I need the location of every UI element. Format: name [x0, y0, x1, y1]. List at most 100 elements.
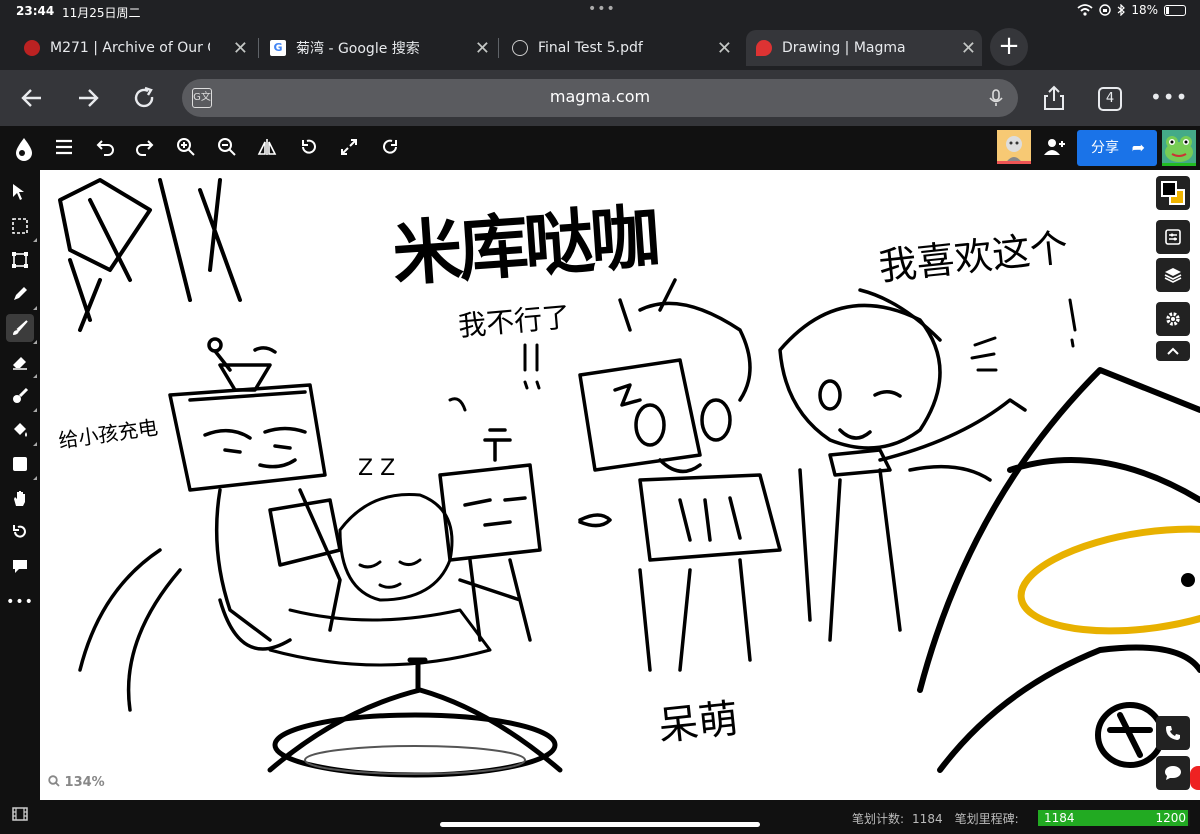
tab-ao3[interactable]: M271 | Archive of Our Own ✕ — [14, 30, 254, 66]
tab-title: 菊湾 - Google 搜索 — [296, 41, 420, 57]
tab-title: Final Test 5.pdf — [538, 40, 643, 56]
halo-shape — [1017, 525, 1200, 635]
chat-bubble-icon — [1165, 766, 1181, 780]
gear-icon — [1166, 312, 1180, 326]
canvas-zz: Z Z — [358, 456, 396, 481]
add-user-icon[interactable] — [1040, 134, 1068, 162]
zoom-in-icon[interactable] — [172, 134, 200, 162]
arrow-right-icon — [79, 89, 99, 107]
smudge-tool[interactable] — [6, 382, 37, 412]
square-icon — [13, 457, 27, 471]
shape-tool[interactable] — [6, 450, 37, 480]
share-button-label: 分享 — [1091, 140, 1119, 156]
eraser-icon — [13, 357, 27, 370]
address-bar[interactable]: G文 magma.com — [182, 79, 1018, 117]
tab-strip: M271 | Archive of Our Own ✕ G 菊湾 - Googl… — [0, 24, 1200, 70]
comment-tool[interactable] — [6, 552, 34, 580]
share-arrow-icon: ➦ — [1131, 138, 1145, 157]
stroke-milestone-label: 笔划里程碑: — [954, 812, 1019, 826]
tab-google[interactable]: G 菊湾 - Google 搜索 ✕ — [260, 30, 496, 66]
milestone-current: 1184 — [1044, 811, 1075, 825]
close-icon[interactable]: ✕ — [475, 38, 490, 59]
google-icon: G — [270, 40, 286, 56]
rotate-right-icon[interactable] — [376, 134, 404, 162]
primary-color-swatch[interactable] — [1161, 181, 1177, 197]
redo-icon[interactable] — [131, 134, 159, 162]
magma-toolbar: 分享 ➦ — [0, 126, 1200, 170]
film-strip-icon[interactable] — [12, 806, 28, 822]
share-icon — [1044, 85, 1064, 110]
browser-toolbar: G文 magma.com 4 ••• — [0, 70, 1200, 126]
more-tools-icon[interactable]: ••• — [6, 588, 34, 616]
close-icon[interactable]: ✕ — [233, 38, 248, 59]
magnifier-icon — [48, 775, 60, 787]
milestone-progress-bar: 1184 1200 — [1038, 810, 1190, 826]
home-indicator[interactable] — [440, 822, 760, 827]
user-avatar[interactable] — [1162, 130, 1196, 166]
fullscreen-icon[interactable] — [335, 134, 363, 162]
more-menu-icon[interactable]: ••• — [1150, 80, 1187, 116]
layers-icon — [1164, 268, 1182, 283]
share-button[interactable]: 分享 ➦ — [1077, 130, 1157, 166]
multitask-dots-icon[interactable]: ••• — [588, 1, 616, 17]
battery-percent: 18% — [1131, 3, 1158, 17]
move-tool[interactable] — [6, 178, 34, 206]
screen: { "status_bar": { "time": "23:44", "date… — [0, 0, 1200, 834]
flip-icon[interactable] — [253, 134, 281, 162]
undo-icon[interactable] — [91, 134, 119, 162]
hand-icon — [14, 491, 25, 506]
tab-magma[interactable]: Drawing | Magma ✕ — [746, 30, 982, 66]
paint-bucket-icon — [14, 423, 27, 437]
share-page-button[interactable] — [1036, 80, 1072, 116]
collapse-panel-button[interactable] — [1156, 341, 1190, 361]
url-text: magma.com — [549, 87, 651, 106]
hamburger-menu-icon[interactable] — [50, 134, 78, 162]
magma-logo-icon[interactable] — [10, 134, 38, 162]
notification-dot — [1190, 766, 1200, 790]
collaborator-avatar[interactable] — [997, 130, 1031, 164]
chat-button[interactable] — [1156, 756, 1190, 790]
rotate-view-tool[interactable] — [6, 518, 34, 546]
settings-button[interactable] — [1156, 302, 1190, 336]
transform-tool[interactable] — [6, 246, 34, 274]
status-bar: 23:44 11月25日周二 ••• 18% — [0, 0, 1200, 24]
tab-pdf[interactable]: Final Test 5.pdf ✕ — [502, 30, 738, 66]
hand-tool[interactable] — [6, 484, 34, 512]
sliders-icon — [1165, 229, 1181, 245]
zoom-out-icon[interactable] — [213, 134, 241, 162]
pen-icon — [14, 287, 27, 300]
drawing-canvas[interactable]: 米库哒咖 我不行了 我喜欢这个 给小孩充电 呆萌 Z Z — [40, 170, 1200, 800]
zoom-value: 134% — [64, 775, 105, 790]
reload-button[interactable] — [126, 80, 162, 116]
phone-icon — [1166, 726, 1180, 740]
stroke-stats: 笔划计数: 1184 笔划里程碑: — [852, 810, 1019, 827]
forward-button[interactable] — [70, 80, 106, 116]
status-footer: 笔划计数: 1184 笔划里程碑: 1184 1200 — [0, 800, 1200, 834]
tool-sidebar: ••• — [0, 170, 40, 800]
reload-icon — [134, 86, 154, 108]
canvas-bottom-note: 呆萌 — [656, 695, 741, 751]
stroke-count-label: 笔划计数: — [852, 812, 905, 826]
brush-tool[interactable] — [6, 314, 37, 344]
zoom-indicator[interactable]: 134% — [48, 775, 105, 790]
tab-title: Drawing | Magma — [782, 40, 906, 56]
pencil-tool[interactable] — [6, 280, 37, 310]
status-time: 23:44 — [16, 4, 55, 18]
eraser-tool[interactable] — [6, 348, 37, 378]
color-picker[interactable] — [1156, 176, 1190, 210]
tab-switcher-button[interactable]: 4 — [1098, 87, 1122, 111]
back-button[interactable] — [14, 80, 50, 116]
rotate-left-icon[interactable] — [295, 134, 323, 162]
layers-button[interactable] — [1156, 258, 1190, 292]
brush-settings-button[interactable] — [1156, 220, 1190, 254]
dashed-rect-icon — [12, 218, 28, 234]
selection-tool[interactable] — [6, 212, 37, 242]
close-icon[interactable]: ✕ — [717, 38, 732, 59]
close-icon[interactable]: ✕ — [961, 38, 976, 59]
voice-call-button[interactable] — [1156, 716, 1190, 750]
bluetooth-icon — [1117, 4, 1126, 16]
lock-rotation-icon — [1099, 4, 1112, 16]
fill-tool[interactable] — [6, 416, 37, 446]
new-tab-button[interactable]: + — [990, 28, 1028, 66]
microphone-icon[interactable] — [986, 88, 1006, 108]
